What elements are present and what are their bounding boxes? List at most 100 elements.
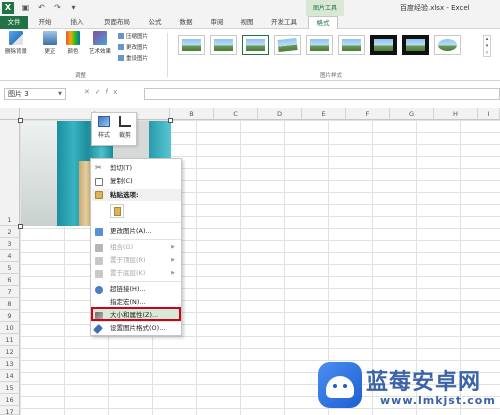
picture-style-thumb[interactable] bbox=[178, 35, 205, 55]
compress-pictures-button[interactable]: 压缩图片 bbox=[118, 32, 148, 40]
insert-function-icon[interactable]: fx bbox=[106, 88, 123, 96]
menu-item-send-to-back: 置于底层(K) ▶ bbox=[92, 267, 181, 280]
reset-picture-button[interactable]: 重设图片 bbox=[118, 54, 148, 62]
menu-item-hyperlink[interactable]: 超链接(H)... bbox=[92, 283, 181, 296]
color-label: 颜色 bbox=[67, 49, 79, 55]
watermark-url: www.lmkjst.com bbox=[380, 394, 496, 407]
tab-insert[interactable]: 插入 bbox=[62, 16, 92, 29]
watermark-title: 蓝莓安卓网 bbox=[366, 370, 482, 395]
send-to-back-icon bbox=[95, 270, 103, 278]
row-header-1[interactable]: 1 bbox=[0, 120, 20, 226]
row-header-13[interactable]: 13 bbox=[0, 358, 20, 370]
row-header-16[interactable]: 16 bbox=[0, 394, 20, 406]
hyperlink-icon bbox=[95, 286, 103, 294]
resize-handle[interactable] bbox=[168, 118, 173, 123]
change-picture-button[interactable]: 更改图片 bbox=[118, 43, 148, 51]
document-title: 百度经验.xlsx - Excel bbox=[400, 4, 470, 12]
tab-format[interactable]: 格式 bbox=[308, 16, 338, 30]
crop-button[interactable]: 裁剪 bbox=[115, 116, 135, 139]
column-header-d[interactable]: D bbox=[258, 108, 302, 120]
artistic-effects-button[interactable]: 艺术效果 bbox=[85, 31, 115, 55]
resize-handle[interactable] bbox=[18, 118, 23, 123]
picture-window-area bbox=[21, 121, 57, 226]
row-header-6[interactable]: 6 bbox=[0, 274, 20, 286]
group-icon bbox=[95, 244, 103, 252]
column-header-b[interactable]: B bbox=[170, 108, 214, 120]
row-header-2[interactable]: 2 bbox=[0, 226, 20, 238]
paste-picture-option[interactable] bbox=[110, 204, 124, 218]
column-header-c[interactable]: C bbox=[214, 108, 258, 120]
row-header-4[interactable]: 4 bbox=[0, 250, 20, 262]
row-header-11[interactable]: 11 bbox=[0, 334, 20, 346]
column-header-g[interactable]: G bbox=[390, 108, 434, 120]
resize-handle[interactable] bbox=[18, 224, 23, 229]
column-header-h[interactable]: H bbox=[434, 108, 478, 120]
color-icon bbox=[66, 31, 80, 45]
tab-home[interactable]: 开始 bbox=[32, 16, 58, 29]
picture-style-thumb[interactable] bbox=[274, 35, 301, 55]
menu-item-copy[interactable]: 复制(C) bbox=[92, 175, 181, 188]
artistic-effects-icon bbox=[93, 31, 107, 45]
column-header-f[interactable]: F bbox=[346, 108, 390, 120]
enter-icon[interactable]: ✓ bbox=[95, 88, 106, 96]
picture-style-thumb[interactable] bbox=[306, 35, 333, 55]
menu-item-format-picture[interactable]: 设置图片格式(O)... bbox=[92, 322, 181, 335]
picture-style-thumb[interactable] bbox=[210, 35, 237, 55]
row-header-14[interactable]: 14 bbox=[0, 370, 20, 382]
scissors-icon: ✂ bbox=[95, 163, 102, 172]
menu-item-group: 组合(G) ▶ bbox=[92, 241, 181, 254]
column-header-e[interactable]: E bbox=[302, 108, 346, 120]
row-header-5[interactable]: 5 bbox=[0, 262, 20, 274]
highlight-annotation-box bbox=[91, 307, 181, 321]
group-label-styles: 图片样式 bbox=[320, 73, 343, 79]
tab-developer[interactable]: 开发工具 bbox=[264, 16, 304, 29]
android-logo-icon bbox=[318, 362, 362, 408]
gallery-scroll-icon[interactable]: ▴ ▾ ▿ bbox=[483, 35, 491, 57]
group-divider bbox=[167, 33, 168, 77]
picture-style-thumb[interactable] bbox=[242, 35, 269, 55]
tab-view[interactable]: 视图 bbox=[234, 16, 260, 29]
menu-item-cut[interactable]: ✂ 剪切(T) bbox=[92, 162, 181, 175]
row-header-15[interactable]: 15 bbox=[0, 382, 20, 394]
redo-icon[interactable]: ↷ bbox=[52, 2, 63, 14]
tab-formulas[interactable]: 公式 bbox=[142, 16, 168, 29]
name-box-dropdown-icon[interactable]: ▼ bbox=[58, 89, 62, 100]
picture-style-thumb[interactable] bbox=[402, 35, 429, 55]
undo-icon[interactable]: ↶ bbox=[36, 2, 47, 14]
copy-icon bbox=[95, 178, 103, 186]
row-header-7[interactable]: 7 bbox=[0, 286, 20, 298]
tab-review[interactable]: 审阅 bbox=[204, 16, 230, 29]
format-picture-icon bbox=[93, 324, 103, 334]
save-icon[interactable]: ▣ bbox=[20, 2, 31, 14]
remove-background-button[interactable]: 删除背景 bbox=[3, 31, 29, 55]
row-header-8[interactable]: 8 bbox=[0, 298, 20, 310]
column-header-i[interactable]: I bbox=[478, 108, 500, 120]
picture-style-thumb[interactable] bbox=[370, 35, 397, 55]
name-box[interactable]: 图片 3 ▼ bbox=[4, 88, 66, 100]
formula-bar: 图片 3 ▼ ✕✓fx bbox=[0, 87, 500, 102]
cancel-icon[interactable]: ✕ bbox=[84, 88, 95, 96]
title-bar: X ▣ ↶ ↷ ▾ 图片工具 百度经验.xlsx - Excel bbox=[0, 0, 500, 16]
row-header-12[interactable]: 12 bbox=[0, 346, 20, 358]
change-picture-icon bbox=[95, 228, 103, 236]
menu-item-change-picture[interactable]: 更改图片(A)... bbox=[92, 225, 181, 238]
tab-data[interactable]: 数据 bbox=[172, 16, 200, 29]
row-header-3[interactable]: 3 bbox=[0, 238, 20, 250]
formula-input[interactable] bbox=[144, 88, 500, 100]
row-header-9[interactable]: 9 bbox=[0, 310, 20, 322]
customize-qat-icon[interactable]: ▾ bbox=[68, 2, 79, 14]
picture-style-thumb[interactable] bbox=[434, 35, 461, 55]
row-header-10[interactable]: 10 bbox=[0, 322, 20, 334]
tab-file[interactable]: 文件 bbox=[0, 16, 28, 29]
style-icon bbox=[98, 116, 110, 127]
picture-style-thumb[interactable] bbox=[338, 35, 365, 55]
corrections-button[interactable]: 更正 bbox=[40, 31, 60, 55]
row-header-17[interactable]: 17 bbox=[0, 406, 20, 415]
corrections-label: 更正 bbox=[44, 49, 56, 55]
color-button[interactable]: 颜色 bbox=[63, 31, 83, 55]
tab-page-layout[interactable]: 页面布局 bbox=[96, 16, 138, 29]
menu-separator bbox=[109, 281, 181, 282]
select-all-corner[interactable] bbox=[0, 108, 20, 120]
style-button[interactable]: 样式 bbox=[94, 116, 114, 139]
corrections-icon bbox=[43, 31, 57, 45]
